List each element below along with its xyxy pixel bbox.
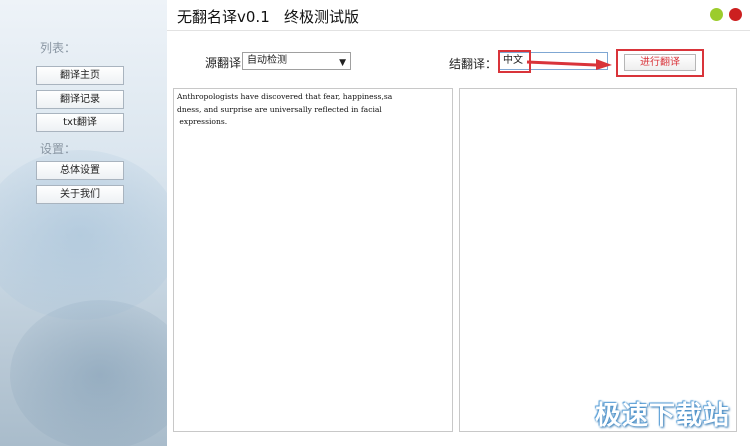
sidebar-background-blur-2: [10, 300, 167, 446]
list-section-label: 列表：: [40, 41, 77, 55]
sidebar-item-translate-home[interactable]: 翻译主页: [36, 66, 124, 85]
source-text-area[interactable]: Anthropologists have discovered that fea…: [173, 88, 453, 432]
source-language-select[interactable]: 自动检测 ▼: [242, 52, 351, 70]
sidebar-item-general-settings[interactable]: 总体设置: [36, 161, 124, 180]
target-text: [460, 89, 736, 93]
minimize-button[interactable]: [710, 8, 723, 21]
sidebar-item-translate-history[interactable]: 翻译记录: [36, 90, 124, 109]
target-language-label: 结翻译：: [449, 57, 498, 71]
close-button[interactable]: [729, 8, 742, 21]
sidebar-item-txt-translate[interactable]: txt翻译: [36, 113, 124, 132]
sidebar-item-about-us[interactable]: 关于我们: [36, 185, 124, 204]
sidebar: 列表： 翻译主页 翻译记录 txt翻译 设置： 总体设置 关于我们: [0, 0, 167, 446]
translate-button[interactable]: 进行翻译: [624, 54, 696, 71]
target-text-area[interactable]: [459, 88, 737, 432]
source-text: Anthropologists have discovered that fea…: [177, 92, 393, 126]
arrow-icon: [526, 59, 612, 70]
app-title: 无翻名译v0.1 终极测试版: [177, 8, 360, 26]
title-bar: 无翻名译v0.1 终极测试版: [167, 0, 750, 31]
watermark: 极速下载站: [594, 401, 730, 431]
source-language-value: 自动检测: [247, 55, 287, 66]
dropdown-caret-icon: ▼: [339, 58, 346, 68]
settings-section-label: 设置：: [40, 142, 77, 156]
